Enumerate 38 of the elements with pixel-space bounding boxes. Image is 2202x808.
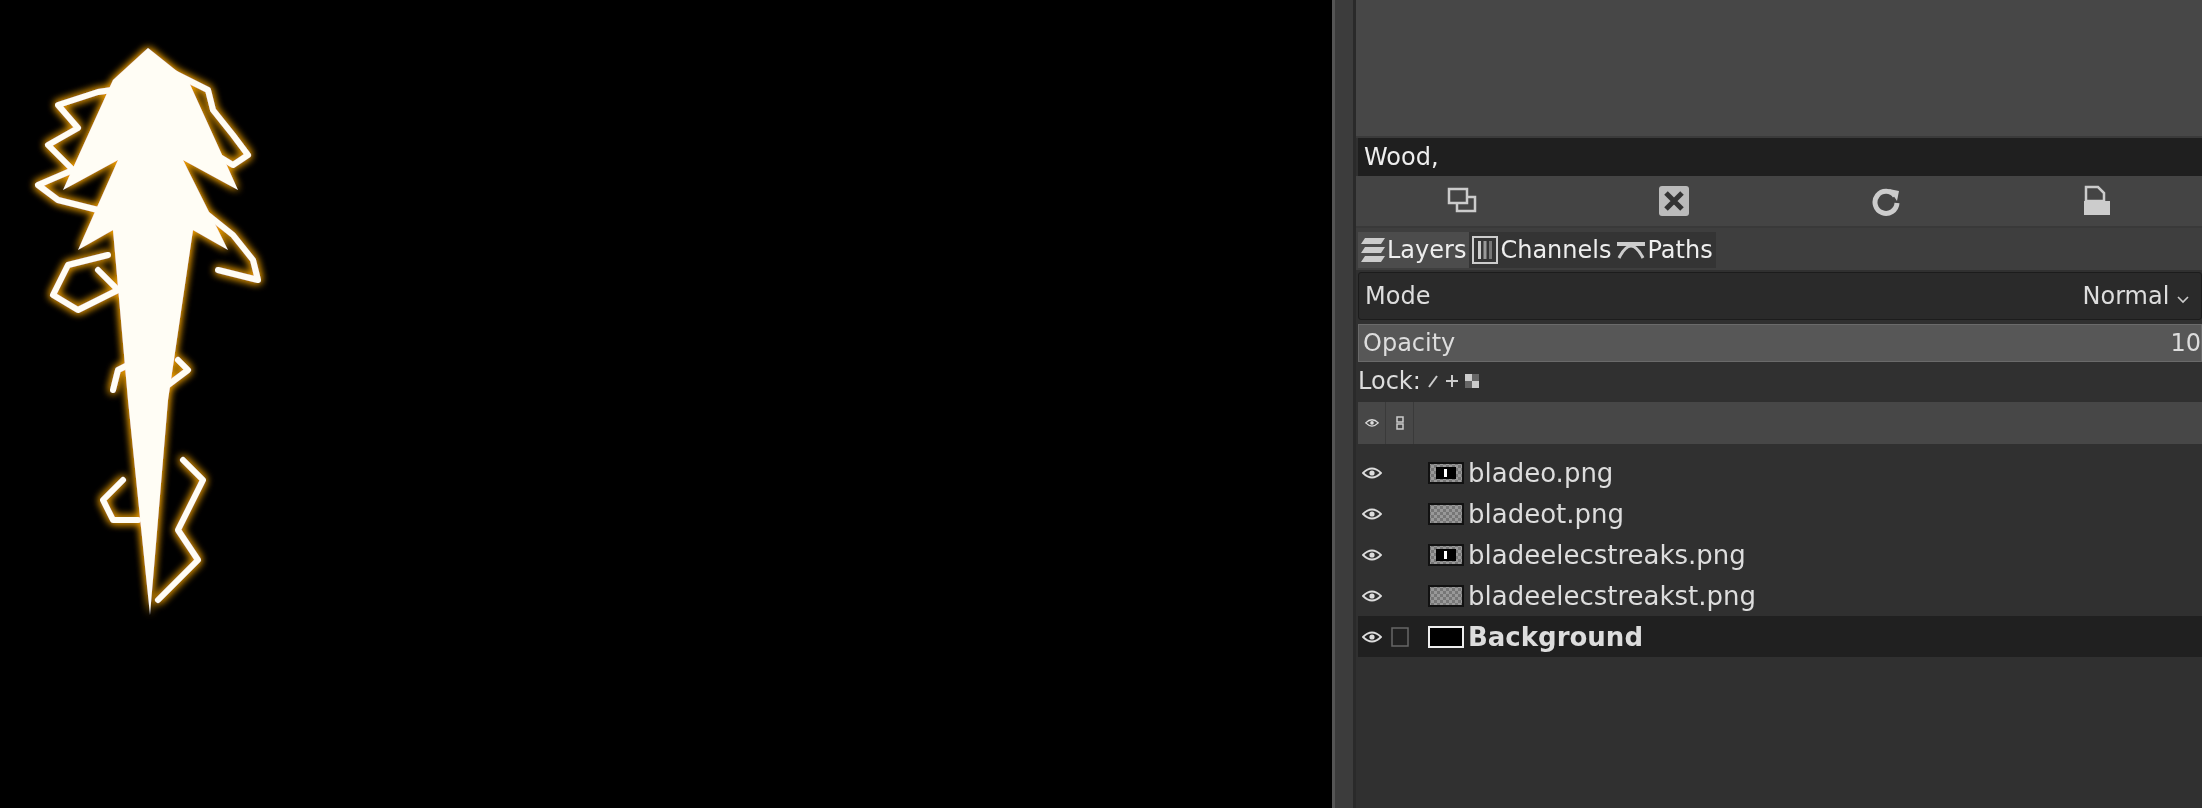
layer-row[interactable]: bladeelecstreaks.png — [1358, 534, 2202, 575]
brush-icon[interactable] — [1426, 374, 1439, 388]
tags-field[interactable]: Wood, — [1358, 138, 2202, 176]
eye-icon[interactable] — [1362, 465, 1382, 480]
eye-icon[interactable] — [1362, 588, 1382, 603]
dock-tab[interactable]: Paths — [1614, 232, 1716, 268]
layer-row[interactable]: bladeo.png — [1358, 452, 2202, 493]
layer-row[interactable]: bladeelecstreakst.png — [1358, 575, 2202, 616]
eye-icon[interactable] — [1362, 629, 1382, 644]
lock-label: Lock: — [1358, 367, 1421, 395]
layer-name: bladeelecstreaks.png — [1468, 539, 1746, 570]
caret-icon — [2177, 296, 2189, 304]
layer-name: bladeot.png — [1468, 498, 1624, 529]
layer-name: Background — [1468, 621, 1643, 652]
opacity-value: 10 — [2170, 329, 2201, 357]
layer-row[interactable]: bladeot.png — [1358, 493, 2202, 534]
layer-name: bladeo.png — [1468, 457, 1614, 488]
layers-icon — [1361, 236, 1385, 264]
eye-icon — [1364, 418, 1379, 428]
mode-dropdown[interactable]: Mode Normal — [1358, 272, 2202, 320]
layer-thumbnail — [1428, 625, 1464, 648]
layer-thumbnail — [1428, 584, 1464, 607]
layer-thumbnail — [1428, 502, 1464, 525]
dock-tab[interactable]: Channels — [1469, 232, 1615, 268]
eye-icon[interactable] — [1362, 547, 1382, 562]
layer-thumbnail — [1428, 461, 1464, 484]
chain-icon — [1394, 416, 1405, 430]
channels-icon — [1472, 236, 1499, 264]
layer-thumbnail — [1428, 543, 1464, 566]
selected-layer-row[interactable]: Background — [1358, 616, 2202, 657]
opacity-label: Opacity — [1363, 329, 1456, 357]
layer-name: bladeelecstreakst.png — [1468, 580, 1756, 611]
link-toggle-icon[interactable] — [1391, 626, 1409, 647]
checkerboard-icon[interactable] — [1464, 374, 1479, 388]
dock-tab[interactable]: Layers — [1358, 232, 1470, 268]
move-icon[interactable] — [1444, 374, 1459, 388]
eye-icon[interactable] — [1362, 506, 1382, 521]
opacity-slider[interactable]: Opacity 10 — [1358, 324, 2202, 362]
